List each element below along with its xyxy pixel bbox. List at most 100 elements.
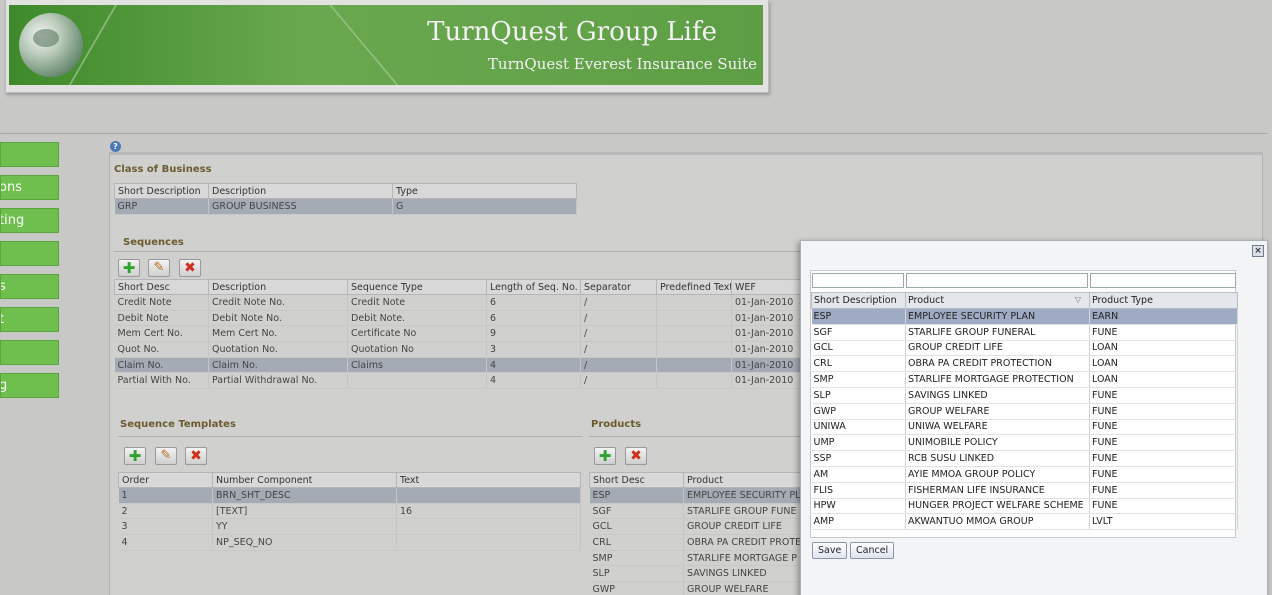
cell: Claim No. xyxy=(114,357,209,374)
table-row[interactable]: AMP AKWANTUO MMOA GROUP LVLT xyxy=(811,513,1238,531)
nav-item-4[interactable] xyxy=(0,241,59,266)
column-header[interactable]: Short Desc xyxy=(114,279,209,295)
table-row[interactable]: Quot No. Quotation No. Quotation No 3 / … xyxy=(114,341,801,358)
cancel-button[interactable]: Cancel xyxy=(850,542,895,559)
cell: Mem Cert No. xyxy=(208,325,348,343)
add-template-button[interactable]: ✚ xyxy=(124,447,146,465)
sort-icon[interactable]: ▽ xyxy=(1075,295,1081,304)
nav-item-7[interactable] xyxy=(0,340,59,365)
delete-template-button[interactable]: ✖ xyxy=(185,447,207,465)
table-row[interactable]: Claim No. Claim No. Claims 4 / 01-Jan-20… xyxy=(114,357,801,374)
column-header[interactable]: Order xyxy=(118,472,213,488)
table-row[interactable]: 3 YY xyxy=(118,518,581,536)
help-icon[interactable]: ? xyxy=(110,141,121,152)
plus-icon: ✚ xyxy=(598,447,612,465)
save-button[interactable]: Save xyxy=(812,542,848,559)
column-header[interactable]: Text xyxy=(396,472,581,488)
table-row[interactable]: GWP GROUP WELFARE xyxy=(589,581,801,595)
sequences-title: Sequences xyxy=(123,237,184,248)
product-type-filter-input[interactable] xyxy=(1090,273,1236,288)
edit-template-button[interactable]: ✎ xyxy=(155,447,177,465)
cell: CRL xyxy=(811,355,906,373)
table-row[interactable]: ESP EMPLOYEE SECURITY PLAN EARN xyxy=(811,308,1238,325)
column-header[interactable]: Description xyxy=(208,279,348,295)
table-row[interactable]: 1 BRN_SHT_DESC xyxy=(118,487,581,504)
cell: SLP xyxy=(811,387,906,404)
column-header[interactable]: Product ▽ xyxy=(905,292,1090,309)
cell: RCB SUSU LINKED xyxy=(905,450,1090,467)
table-row[interactable]: GWP GROUP WELFARE FUNE xyxy=(811,403,1238,420)
cell: SMP xyxy=(811,371,906,388)
table-row[interactable]: Debit Note Debit Note No. Debit Note. 6 … xyxy=(114,310,801,327)
cell: AMP xyxy=(811,513,906,531)
table-row[interactable]: UMP UNIMOBILE POLICY FUNE xyxy=(811,434,1238,452)
table-row[interactable]: Credit Note Credit Note No. Credit Note … xyxy=(114,294,801,311)
cell: [TEXT] xyxy=(212,503,397,520)
table-row[interactable]: GCL GROUP CREDIT LIFE LOAN xyxy=(811,340,1238,357)
nav-item-5[interactable]: s xyxy=(0,274,59,299)
cell: 2 xyxy=(118,503,213,520)
table-row[interactable]: CRL OBRA PA CREDIT PROTE xyxy=(589,534,801,551)
cell: LOAN xyxy=(1089,371,1238,388)
close-icon[interactable]: × xyxy=(1252,245,1264,257)
cell: 6 xyxy=(486,310,581,327)
column-header[interactable]: Product xyxy=(683,472,801,488)
edit-sequence-button[interactable]: ✎ xyxy=(148,259,170,277)
table-row[interactable]: ESP EMPLOYEE SECURITY PL xyxy=(589,487,801,504)
column-header[interactable]: Sequence Type xyxy=(347,279,487,295)
cell: 4 xyxy=(486,357,581,374)
table-row[interactable]: SLP SAVINGS LINKED FUNE xyxy=(811,387,1238,404)
delete-sequence-button[interactable]: ✖ xyxy=(179,259,201,277)
nav-item-6[interactable]: t xyxy=(0,307,59,332)
table-row[interactable]: GCL GROUP CREDIT LIFE xyxy=(589,518,801,536)
products-title: Products xyxy=(591,419,642,430)
table-row[interactable]: SGF STARLIFE GROUP FUNERAL FUNE xyxy=(811,324,1238,341)
product-filter-input[interactable] xyxy=(906,273,1088,288)
cell: STARLIFE GROUP FUNE xyxy=(683,503,801,520)
table-row[interactable]: SGF STARLIFE GROUP FUNE xyxy=(589,503,801,520)
section-divider xyxy=(589,436,801,437)
column-header[interactable]: WEF xyxy=(731,279,801,295)
nav-item-1[interactable] xyxy=(0,142,59,167)
column-header[interactable]: Description xyxy=(208,183,393,199)
column-header[interactable]: Length of Seq. No. xyxy=(486,279,581,295)
table-row[interactable]: 2 [TEXT] 16 xyxy=(118,503,581,520)
column-header[interactable]: Predefined Text xyxy=(656,279,732,295)
cell: OBRA PA CREDIT PROTE xyxy=(683,534,801,551)
nav-item-2[interactable]: ons xyxy=(0,175,59,200)
short-description-filter-input[interactable] xyxy=(812,273,904,288)
column-header[interactable]: Short Description xyxy=(114,183,209,199)
column-header[interactable]: Short Description xyxy=(811,292,906,309)
column-header[interactable]: Short Desc xyxy=(589,472,684,488)
column-header[interactable]: Separator xyxy=(580,279,657,295)
add-product-button[interactable]: ✚ xyxy=(594,447,616,465)
nav-item-8[interactable]: g xyxy=(0,373,59,398)
nav-item-3[interactable]: ting xyxy=(0,208,59,233)
cell: FUNE xyxy=(1089,466,1238,483)
table-row[interactable]: FLIS FISHERMAN LIFE INSURANCE FUNE xyxy=(811,482,1238,499)
table-row[interactable]: AM AYIE MMOA GROUP POLICY FUNE xyxy=(811,466,1238,483)
table-row[interactable]: SMP STARLIFE MORTGAGE P xyxy=(589,550,801,567)
table-row[interactable]: Mem Cert No. Mem Cert No. Certificate No… xyxy=(114,325,801,343)
column-header[interactable]: Type xyxy=(392,183,577,199)
table-row[interactable]: CRL OBRA PA CREDIT PROTECTION LOAN xyxy=(811,355,1238,373)
table-row[interactable]: SLP SAVINGS LINKED xyxy=(589,565,801,583)
cell: EMPLOYEE SECURITY PLAN xyxy=(905,308,1090,325)
table-row[interactable]: Partial With No. Partial Withdrawal No. … xyxy=(114,372,801,390)
table-row[interactable]: HPW HUNGER PROJECT WELFARE SCHEME FUNE xyxy=(811,498,1238,515)
add-sequence-button[interactable]: ✚ xyxy=(118,259,140,277)
delete-product-button[interactable]: ✖ xyxy=(625,447,647,465)
column-header[interactable]: Product Type xyxy=(1089,292,1238,309)
cell: FUNE xyxy=(1089,387,1238,404)
section-divider xyxy=(118,436,582,437)
cell: Quotation No. xyxy=(208,341,348,358)
table-row[interactable]: 4 NP_SEQ_NO xyxy=(118,534,581,551)
column-header-label: Product xyxy=(908,295,945,306)
table-row[interactable]: UNIWA UNIWA WELFARE FUNE xyxy=(811,419,1238,436)
table-row[interactable]: SSP RCB SUSU LINKED FUNE xyxy=(811,450,1238,467)
column-header[interactable]: Number Component xyxy=(212,472,397,488)
table-row[interactable]: GRP GROUP BUSINESS G xyxy=(114,198,577,215)
table-row[interactable]: SMP STARLIFE MORTGAGE PROTECTION LOAN xyxy=(811,371,1238,388)
cell: GROUP WELFARE xyxy=(905,403,1090,420)
cell: / xyxy=(580,325,657,343)
